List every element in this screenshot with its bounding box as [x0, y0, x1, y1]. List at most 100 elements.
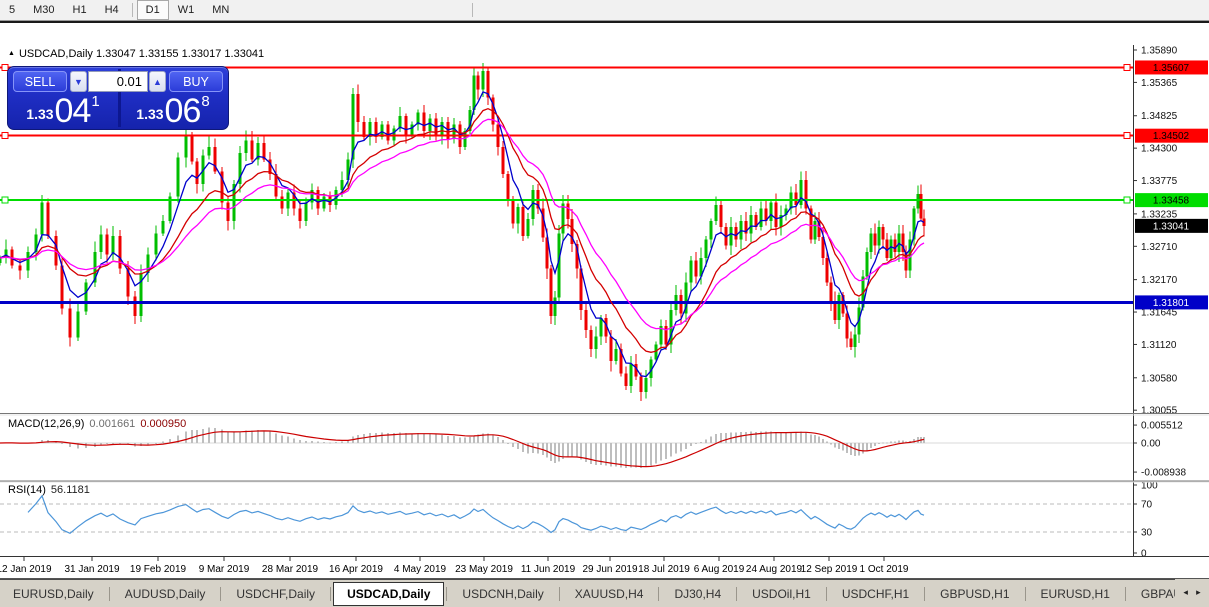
svg-text:1.30580: 1.30580 — [1141, 373, 1178, 384]
tab-separator — [1025, 587, 1026, 601]
timeframe-button-h1[interactable]: H1 — [64, 0, 96, 20]
triangle-down-icon: ▼ — [74, 77, 83, 87]
rsi-line — [28, 496, 924, 533]
timeframe-toolbar: 5M30H1H4 D1W1MN — [0, 0, 1209, 21]
chart-window: 1.358901.353651.348251.343001.337751.332… — [0, 21, 1209, 583]
tab-gbpusd-h1[interactable]: GBPUSD,H1 — [927, 583, 1022, 605]
svg-text:1.34300: 1.34300 — [1141, 144, 1178, 155]
toolbar-separator — [472, 3, 473, 17]
chart-ohlc-title: ▲ USDCAD,Daily 1.33047 1.33155 1.33017 1.… — [8, 48, 264, 60]
svg-text:18 Jul 2019: 18 Jul 2019 — [638, 564, 690, 575]
timeframe-button-d1[interactable]: D1 — [137, 0, 169, 20]
sell-button[interactable]: SELL — [13, 71, 67, 92]
collapse-triangle-icon[interactable]: ▲ — [8, 50, 15, 57]
svg-text:19 Feb 2019: 19 Feb 2019 — [130, 564, 187, 575]
svg-text:0.005512: 0.005512 — [1141, 421, 1183, 432]
svg-text:28 Mar 2019: 28 Mar 2019 — [262, 564, 319, 575]
svg-text:11 Jun 2019: 11 Jun 2019 — [521, 564, 576, 575]
tab-separator — [924, 587, 925, 601]
buy-price-pip: 8 — [201, 93, 209, 110]
sell-price-pip: 1 — [91, 93, 99, 110]
volume-increase-button[interactable]: ▲ — [149, 71, 166, 92]
buy-price-prefix: 1.33 — [136, 106, 163, 122]
rsi-value: 56.1181 — [51, 484, 90, 496]
tab-usdchf-daily[interactable]: USDCHF,Daily — [223, 583, 328, 605]
tab-usdcnh-daily[interactable]: USDCNH,Daily — [449, 583, 556, 605]
tab-separator — [1125, 587, 1126, 601]
svg-text:1.34502: 1.34502 — [1153, 131, 1190, 142]
tab-eurusd-h1[interactable]: EURUSD,H1 — [1028, 583, 1123, 605]
tab-separator — [658, 587, 659, 601]
svg-text:1.35365: 1.35365 — [1141, 78, 1178, 89]
tab-audusd-daily[interactable]: AUDUSD,Daily — [112, 583, 219, 605]
svg-text:12 Jan 2019: 12 Jan 2019 — [0, 564, 52, 575]
scroll-right-icon[interactable]: ▸ — [1196, 587, 1201, 598]
sell-price-main: 04 — [55, 92, 91, 130]
fast-ma-line — [0, 92, 924, 377]
tab-usdoil-h1[interactable]: USDOil,H1 — [739, 583, 824, 605]
macd-name: MACD(12,26,9) — [8, 418, 84, 430]
svg-text:1.33458: 1.33458 — [1153, 196, 1190, 207]
tab-dj30-h4[interactable]: DJ30,H4 — [661, 583, 734, 605]
date-axis: 12 Jan 2019 31 Jan 2019 19 Feb 2019 9 Mar 2… — [0, 557, 909, 575]
tab-separator — [446, 587, 447, 601]
buy-price-main: 06 — [165, 92, 201, 130]
tab-usdcad-daily[interactable]: USDCAD,Daily — [333, 582, 444, 606]
tab-eurusd-daily[interactable]: EURUSD,Daily — [0, 583, 107, 605]
rsi-indicator-label: RSI(14) 56.1181 — [8, 484, 90, 496]
svg-text:30: 30 — [1141, 528, 1153, 539]
tab-separator — [330, 587, 331, 601]
one-click-trade-panel: SELL ▼ 0.01 ▲ BUY 1.33041 1.33068 — [7, 66, 229, 130]
svg-text:1.33041: 1.33041 — [1153, 221, 1190, 232]
volume-decrease-button[interactable]: ▼ — [70, 71, 87, 92]
timeframe-button-w1[interactable]: W1 — [169, 0, 204, 20]
triangle-up-icon: ▲ — [153, 77, 162, 87]
svg-text:1.35607: 1.35607 — [1153, 63, 1190, 74]
volume-input[interactable]: 0.01 — [88, 71, 148, 92]
svg-text:-0.008938: -0.008938 — [1141, 468, 1186, 479]
macd-value-1: 0.001661 — [89, 418, 135, 430]
tab-scroll-arrows: ◂▸ — [1175, 579, 1209, 606]
svg-text:23 May 2019: 23 May 2019 — [455, 564, 513, 575]
svg-text:24 Aug 2019: 24 Aug 2019 — [746, 564, 803, 575]
toolbar-separator — [132, 3, 133, 17]
timeframe-button-5[interactable]: 5 — [0, 0, 24, 20]
svg-text:1.35890: 1.35890 — [1141, 46, 1178, 57]
mid-ma-line — [0, 109, 924, 353]
svg-text:31 Jan 2019: 31 Jan 2019 — [64, 564, 119, 575]
tab-separator — [826, 587, 827, 601]
svg-text:1.33235: 1.33235 — [1141, 209, 1178, 220]
svg-text:29 Jun 2019: 29 Jun 2019 — [582, 564, 637, 575]
sell-price-prefix: 1.33 — [26, 106, 53, 122]
scroll-left-icon[interactable]: ◂ — [1183, 587, 1188, 598]
tab-separator — [220, 587, 221, 601]
macd-histogram — [41, 428, 925, 469]
svg-text:9 Mar 2019: 9 Mar 2019 — [199, 564, 250, 575]
svg-text:0: 0 — [1141, 549, 1147, 560]
macd-value-2: 0.000950 — [140, 418, 186, 430]
svg-text:70: 70 — [1141, 500, 1153, 511]
buy-price[interactable]: 1.33068 — [118, 92, 228, 131]
timeframe-button-mn[interactable]: MN — [203, 0, 238, 20]
sell-price[interactable]: 1.33041 — [8, 92, 118, 131]
svg-text:1.31801: 1.31801 — [1153, 298, 1190, 309]
tab-separator — [736, 587, 737, 601]
svg-text:1.33775: 1.33775 — [1141, 176, 1178, 187]
rsi-pane — [0, 496, 1133, 533]
tab-xauusd-h4[interactable]: XAUUSD,H4 — [562, 583, 657, 605]
svg-text:1.31120: 1.31120 — [1141, 340, 1177, 351]
svg-text:4 May 2019: 4 May 2019 — [394, 564, 447, 575]
svg-text:1.32170: 1.32170 — [1141, 275, 1178, 286]
buy-button[interactable]: BUY — [169, 71, 223, 92]
tab-separator — [109, 587, 110, 601]
rsi-name: RSI(14) — [8, 484, 46, 496]
tab-separator — [559, 587, 560, 601]
tab-usdchf-h1[interactable]: USDCHF,H1 — [829, 583, 922, 605]
timeframe-button-m30[interactable]: M30 — [24, 0, 63, 20]
svg-text:1 Oct 2019: 1 Oct 2019 — [860, 564, 909, 575]
chart-title-text: USDCAD,Daily 1.33047 1.33155 1.33017 1.3… — [19, 48, 264, 60]
svg-text:1.32710: 1.32710 — [1141, 242, 1178, 253]
timeframe-button-h4[interactable]: H4 — [96, 0, 128, 20]
macd-pane — [0, 428, 1133, 469]
svg-text:6 Aug 2019: 6 Aug 2019 — [694, 564, 745, 575]
